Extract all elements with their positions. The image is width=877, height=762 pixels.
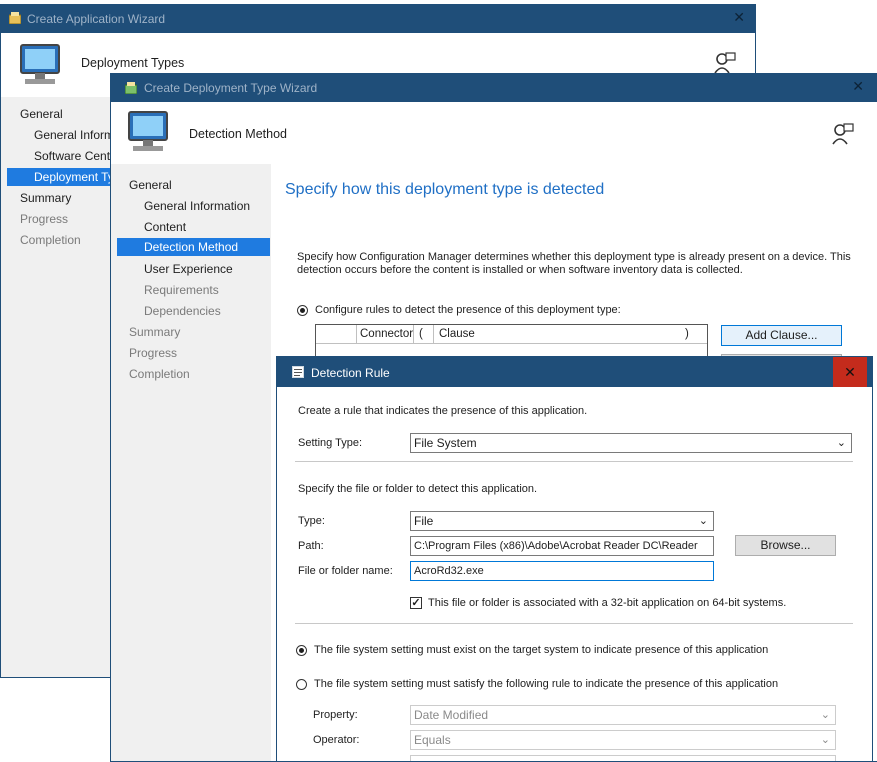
nav-completion: Completion <box>129 367 190 381</box>
nav-general-information[interactable]: General Information <box>144 199 250 213</box>
value-input[interactable] <box>410 755 836 761</box>
nav-software-center[interactable]: Software Cente <box>34 149 117 163</box>
detection-rule-titlebar[interactable]: Detection Rule ✕ <box>277 357 872 387</box>
configure-rules-label[interactable]: Configure rules to detect the presence o… <box>315 304 621 316</box>
setting-type-label: Setting Type: <box>298 437 363 449</box>
chevron-down-icon: ⌄ <box>820 734 830 746</box>
chevron-down-icon: ⌄ <box>698 515 708 527</box>
setting-rule-radio[interactable] <box>296 679 307 690</box>
col-connector[interactable]: Connector <box>360 328 413 340</box>
rule-intro: Create a rule that indicates the presenc… <box>298 405 588 417</box>
help-person-icon[interactable] <box>831 122 855 149</box>
app-wizard-nav: General General Inform Software Cente De… <box>1 97 117 677</box>
dt-wizard-header: Detection Method <box>111 102 877 164</box>
nav-general[interactable]: General <box>129 178 172 192</box>
path-input[interactable]: C:\Program Files (x86)\Adobe\Acrobat Rea… <box>410 536 714 556</box>
property-label: Property: <box>313 709 358 721</box>
description-line-2: detection occurs before the content is i… <box>297 264 743 276</box>
file-name-label: File or folder name: <box>298 565 393 577</box>
type-label: Type: <box>298 515 325 527</box>
property-select[interactable]: Date Modified ⌄ <box>410 705 836 725</box>
dt-wizard-nav: General General Information Content Dete… <box>111 164 270 761</box>
col-clause[interactable]: Clause <box>439 328 475 340</box>
nav-dependencies: Dependencies <box>144 304 221 318</box>
detection-rule-title: Detection Rule <box>311 366 390 380</box>
dt-wizard-titlebar[interactable]: Create Deployment Type Wizard ✕ <box>111 74 877 102</box>
separator <box>295 461 853 462</box>
browse-button[interactable]: Browse... <box>735 535 836 556</box>
add-clause-button[interactable]: Add Clause... <box>721 325 842 346</box>
grid-header: Connector ( Clause ) <box>316 325 707 344</box>
separator <box>295 623 853 624</box>
operator-value: Equals <box>414 733 451 747</box>
nav-completion: Completion <box>20 233 81 247</box>
file-intro: Specify the file or folder to detect thi… <box>298 483 538 495</box>
wizard-icon <box>8 12 22 25</box>
setting-type-select[interactable]: File System ⌄ <box>410 433 852 453</box>
page-title: Deployment Types <box>81 56 185 70</box>
section-heading: Specify how this deployment type is dete… <box>285 181 605 198</box>
detection-rule-dialog: Detection Rule ✕ Create a rule that indi… <box>276 356 873 762</box>
app-wizard-title: Create Application Wizard <box>27 12 166 26</box>
nav-user-experience[interactable]: User Experience <box>144 262 233 276</box>
setting-exist-radio[interactable] <box>296 645 307 656</box>
close-icon: ✕ <box>844 364 856 380</box>
nav-requirements: Requirements <box>144 283 219 297</box>
nav-detection-method[interactable]: Detection Method <box>117 238 270 256</box>
dt-wizard-title: Create Deployment Type Wizard <box>144 81 318 95</box>
chevron-down-icon: ⌄ <box>820 709 830 721</box>
nav-progress: Progress <box>129 346 178 360</box>
path-label: Path: <box>298 540 324 552</box>
page-title: Detection Method <box>189 127 287 141</box>
nav-progress: Progress <box>20 212 69 226</box>
nav-summary: Summary <box>129 325 181 339</box>
setting-rule-label[interactable]: The file system setting must satisfy the… <box>314 678 778 690</box>
nav-summary[interactable]: Summary <box>20 191 71 205</box>
col-close-paren[interactable]: ) <box>685 328 689 340</box>
property-value: Date Modified <box>414 708 489 722</box>
setting-exist-label[interactable]: The file system setting must exist on th… <box>314 644 768 656</box>
nav-deployment-types[interactable]: Deployment Ty <box>7 168 114 186</box>
chevron-down-icon: ⌄ <box>836 437 846 449</box>
32bit-checkbox-label[interactable]: This file or folder is associated with a… <box>428 597 786 609</box>
type-select[interactable]: File ⌄ <box>410 511 714 531</box>
wizard-icon <box>124 82 138 95</box>
col-open-paren[interactable]: ( <box>419 328 423 340</box>
close-icon[interactable]: ✕ <box>852 78 864 95</box>
operator-label: Operator: <box>313 734 360 746</box>
operator-select[interactable]: Equals ⌄ <box>410 730 836 750</box>
setting-type-value: File System <box>414 436 477 450</box>
close-button[interactable]: ✕ <box>833 357 867 387</box>
computer-icon <box>123 108 173 159</box>
close-icon[interactable]: ✕ <box>733 9 745 26</box>
app-wizard-titlebar[interactable]: Create Application Wizard ✕ <box>1 5 755 33</box>
rule-window-icon <box>292 366 304 381</box>
nav-general-information[interactable]: General Inform <box>34 128 114 142</box>
configure-rules-radio[interactable] <box>297 305 308 316</box>
32bit-checkbox[interactable]: ✓ <box>410 597 422 609</box>
type-value: File <box>414 514 434 528</box>
description-line-1: Specify how Configuration Manager determ… <box>297 251 851 263</box>
file-name-input[interactable]: AcroRd32.exe <box>410 561 714 581</box>
nav-content[interactable]: Content <box>144 220 186 234</box>
nav-general[interactable]: General <box>20 107 63 121</box>
computer-icon <box>15 41 65 92</box>
